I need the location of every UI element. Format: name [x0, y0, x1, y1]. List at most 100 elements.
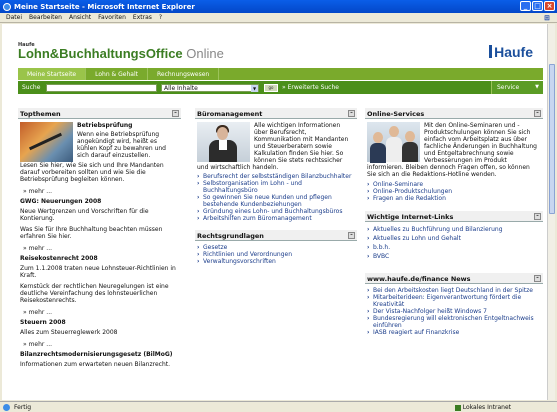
window-controls: _ □ × [520, 1, 555, 11]
news-item[interactable]: Mitarbeiterideen: Eigenverantwortung för… [367, 294, 540, 308]
article-text: Neue Wertgrenzen und Vorschriften für di… [20, 208, 149, 222]
intranet-zone-icon [454, 404, 461, 411]
haufe-logo[interactable]: Haufe [489, 44, 533, 60]
box-header-internet-links: Wichtige Internet-Links – [365, 211, 543, 222]
column-topthemen: Topthemen – Betriebsprüfung Wenn eine Be… [18, 108, 181, 368]
link-item[interactable]: Gesetze [197, 244, 354, 251]
rechtsgrundlagen-body: Gesetze Richtlinien und Verordnungen Ver… [195, 241, 357, 265]
news-item[interactable]: IASB reagiert auf Finanzkrise [367, 329, 540, 336]
article-text: Zum 1.1.2008 traten neue Lohnsteuer-Rich… [20, 265, 176, 279]
betriebspruefung-image [20, 122, 73, 162]
link-item[interactable]: Selbstorganisation im Lohn - und Buchhal… [197, 180, 354, 194]
more-link[interactable]: » mehr ... [23, 245, 178, 252]
article-heading[interactable]: Reisekostenrecht 2008 [20, 255, 178, 262]
haufe-logo-bar [489, 45, 493, 58]
status-bar: Fertig Lokales Intranet [0, 401, 557, 412]
vertical-scrollbar[interactable] [547, 24, 555, 400]
product-name: Lohn&BuchhaltungsOffice Online [18, 46, 224, 61]
article-text: Was Sie für Ihre Buchhaltung beachten mü… [20, 226, 163, 240]
menu-bearbeiten[interactable]: Bearbeiten [29, 14, 62, 21]
more-link[interactable]: » mehr ... [23, 341, 178, 348]
main-nav: Meine Startseite Lohn & Gehalt Rechnungs… [18, 68, 543, 80]
rechtsgrundlagen-links: Gesetze Richtlinien und Verordnungen Ver… [197, 244, 354, 265]
online-services-links: Online-Seminare Online-Produktschulungen… [367, 178, 540, 202]
article-text: Kernstück der rechtlichen Neuregelungen … [20, 283, 169, 304]
search-bar: Suche Alle Inhalte ▼ go » Erweiterte Suc… [18, 81, 543, 94]
finance-news-body: Bei den Arbeitskosten liegt Deutschland … [365, 284, 543, 336]
window-title: Meine Startseite - Microsoft Internet Ex… [14, 2, 195, 11]
article-text: Informationen zum erwarteten neuen Bilan… [20, 361, 171, 368]
minimize-box-icon[interactable]: – [534, 110, 541, 117]
scrollbar-thumb[interactable] [549, 64, 555, 214]
article-heading[interactable]: Bilanzrechtsmodernisierungsgesetz (BilMo… [20, 351, 178, 358]
box-header-bueromanagement: Büromanagement – [195, 108, 357, 119]
link-item[interactable]: So gewinnen Sie neue Kunden und pflegen … [197, 194, 354, 208]
news-item[interactable]: Bundesregierung will elektronischen Entg… [367, 315, 540, 329]
more-link[interactable]: » mehr ... [23, 309, 178, 316]
link-item[interactable]: Gründung eines Lohn- und Buchhaltungsbür… [197, 208, 354, 215]
more-link[interactable]: » mehr ... [23, 188, 178, 195]
minimize-box-icon[interactable]: – [534, 213, 541, 220]
finance-news-list: Bei den Arbeitskosten liegt Deutschland … [367, 287, 540, 336]
page-viewport: Haufe Lohn&BuchhaltungsOffice Online Hau… [2, 24, 555, 400]
service-menu[interactable]: Service ▼ [491, 81, 543, 94]
close-button[interactable]: × [544, 1, 555, 11]
link-item[interactable]: BVBC [367, 252, 540, 261]
tab-meine-startseite[interactable]: Meine Startseite [18, 68, 87, 80]
advanced-search-link[interactable]: » Erweiterte Suche [282, 84, 339, 91]
menubar: Datei Bearbeiten Ansicht Favoriten Extra… [0, 13, 557, 23]
chevron-down-icon: ▼ [251, 84, 258, 92]
minimize-box-icon[interactable]: – [348, 232, 355, 239]
news-item[interactable]: Bei den Arbeitskosten liegt Deutschland … [367, 287, 540, 294]
box-header-topthemen: Topthemen – [18, 108, 181, 119]
link-item[interactable]: Richtlinien und Verordnungen [197, 251, 354, 258]
search-label: Suche [22, 84, 41, 91]
link-item[interactable]: Aktuelles zu Buchführung und Bilanzierun… [367, 225, 540, 234]
link-item[interactable]: Verwaltungsvorschriften [197, 258, 354, 265]
menu-help[interactable]: ? [159, 14, 162, 21]
topthemen-body: Betriebsprüfung Wenn eine Betriebsprüfun… [18, 119, 181, 368]
internet-links-list: Aktuelles zu Buchführung und Bilanzierun… [367, 225, 540, 261]
internet-links-body: Aktuelles zu Buchführung und Bilanzierun… [365, 222, 543, 261]
link-item[interactable]: Aktuelles zu Lohn und Gehalt [367, 234, 540, 243]
column-online-services: Online-Services – Mit den Online-Seminar… [365, 108, 543, 336]
article-text: Lesen Sie hier, wie Sie sich und Ihre Ma… [20, 162, 164, 183]
tab-rechnungswesen[interactable]: Rechnungswesen [148, 68, 220, 80]
link-item[interactable]: Online-Produktschulungen [367, 188, 540, 195]
businesswoman-image [197, 122, 250, 162]
box-header-finance-news: www.haufe.de/finance News – [365, 273, 543, 284]
article-heading[interactable]: GWG: Neuerungen 2008 [20, 198, 178, 205]
search-scope-select[interactable]: Alle Inhalte ▼ [161, 83, 259, 92]
box-header-rechtsgrundlagen: Rechtsgrundlagen – [195, 230, 357, 241]
page-done-icon [3, 403, 10, 411]
link-item[interactable]: Berufsrecht der selbstständigen Bilanzbu… [197, 173, 354, 180]
column-bueromanagement: Büromanagement – Alle wichtigen Informat… [195, 108, 357, 265]
online-services-body: Mit den Online-Seminaren und -Produktsch… [365, 119, 543, 202]
link-item[interactable]: Fragen an die Redaktion [367, 195, 540, 202]
search-go-button[interactable]: go [264, 83, 278, 92]
windows-flag-icon: ⊞ [544, 14, 550, 22]
menu-datei[interactable]: Datei [6, 14, 22, 21]
minimize-box-icon[interactable]: – [348, 110, 355, 117]
product-logo[interactable]: Haufe Lohn&BuchhaltungsOffice Online [18, 42, 224, 61]
people-group-image [367, 122, 420, 163]
tab-lohn-gehalt[interactable]: Lohn & Gehalt [86, 68, 148, 80]
ie-icon [3, 2, 11, 11]
status-text: Fertig [14, 403, 32, 411]
bueromanagement-links: Berufsrecht der selbstständigen Bilanzbu… [197, 171, 354, 222]
minimize-button[interactable]: _ [520, 1, 531, 11]
link-item[interactable]: Arbeitshilfen zum Büromanagement [197, 215, 354, 222]
article-heading[interactable]: Steuern 2008 [20, 319, 178, 326]
maximize-button[interactable]: □ [532, 1, 543, 11]
menu-favoriten[interactable]: Favoriten [98, 14, 126, 21]
link-item[interactable]: b.b.h. [367, 243, 540, 252]
search-input[interactable] [46, 83, 157, 92]
menu-extras[interactable]: Extras [133, 14, 152, 21]
minimize-box-icon[interactable]: – [172, 110, 179, 117]
box-header-online-services: Online-Services – [365, 108, 543, 119]
security-zone: Lokales Intranet [454, 404, 511, 411]
minimize-box-icon[interactable]: – [534, 275, 541, 282]
menu-ansicht[interactable]: Ansicht [69, 14, 91, 21]
news-item[interactable]: Der Vista-Nachfolger heißt Windows 7 [367, 308, 540, 315]
link-item[interactable]: Online-Seminare [367, 181, 540, 188]
